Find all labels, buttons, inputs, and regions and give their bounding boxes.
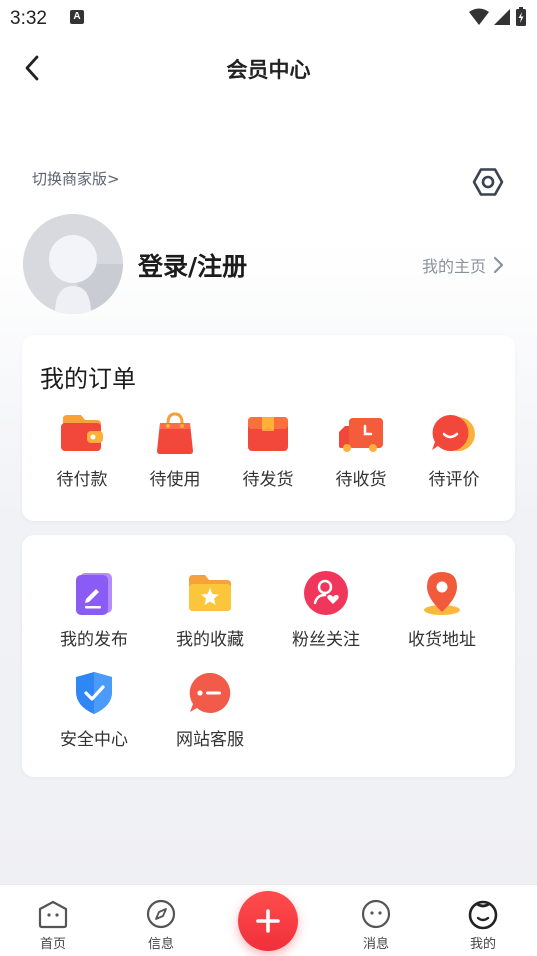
chat-service-icon [186,669,234,717]
plus-icon [256,909,280,933]
default-avatar-icon [23,214,123,314]
tab-label: 首页 [39,937,66,952]
tool-security-center[interactable]: 安全中心 [39,669,149,750]
status-time: 3:32 [10,8,47,29]
order-label: 待付款 [56,470,108,490]
tab-info[interactable]: 信息 [131,897,191,952]
order-to-use[interactable]: 待使用 [135,409,215,490]
wallet-icon [58,409,106,457]
tool-my-posts[interactable]: 我的发布 [39,569,149,650]
edit-note-icon [70,569,118,617]
fans-heart-icon [302,569,350,617]
settings-button[interactable] [470,164,506,200]
tab-label: 消息 [362,937,389,952]
tool-label: 安全中心 [60,730,128,750]
tab-home[interactable]: 首页 [23,897,83,952]
my-homepage-link[interactable]: 我的主页 [422,253,504,277]
tab-mine[interactable]: 我的 [453,897,513,952]
order-label: 待发货 [242,470,294,490]
tool-shipping-address[interactable]: 收货地址 [387,569,497,650]
order-to-receive[interactable]: 待收货 [321,409,401,490]
tool-label: 粉丝关注 [292,630,360,650]
orders-card: 我的订单 待付款 待使用 待发货 待收货 待评价 [22,335,515,521]
login-register-link[interactable]: 登录/注册 [138,247,247,283]
message-icon [359,897,393,931]
signal-icon [494,9,510,25]
status-indicators [469,7,527,27]
order-label: 待收货 [335,470,387,490]
shield-check-icon [70,669,118,717]
gift-box-icon [244,409,292,457]
tool-my-favorites[interactable]: 我的收藏 [155,569,265,650]
tab-messages[interactable]: 消息 [346,897,406,952]
services-card: 我的发布 我的收藏 粉丝关注 收货地址 安全中心 网站客服 [22,535,515,777]
tool-label: 我的发布 [60,630,128,650]
tool-label: 我的收藏 [176,630,244,650]
order-label: 待使用 [149,470,201,490]
nav-bar: 会员中心 [0,40,537,96]
location-pin-icon [418,569,466,617]
my-homepage-label: 我的主页 [422,257,487,276]
delivery-truck-icon [337,409,385,457]
tab-label: 我的 [469,937,496,952]
notification-badge: A [70,10,84,24]
tool-customer-service[interactable]: 网站客服 [155,669,265,750]
avatar[interactable] [23,214,123,314]
order-label: 待评价 [428,470,480,490]
star-folder-icon [186,569,234,617]
tool-label: 收货地址 [408,630,476,650]
home-icon [36,897,70,931]
order-to-ship[interactable]: 待发货 [228,409,308,490]
order-pending-payment[interactable]: 待付款 [42,409,122,490]
compass-icon [144,897,178,931]
battery-icon [516,7,526,26]
order-to-review[interactable]: 待评价 [414,409,494,490]
publish-button[interactable] [238,891,298,951]
comment-bubble-icon [430,409,478,457]
page-title: 会员中心 [226,58,311,82]
status-bar: 3:32 A [0,0,537,36]
tab-label: 信息 [147,937,174,952]
wifi-icon [469,8,489,25]
switch-merchant-link[interactable]: 切换商家版> [32,168,120,189]
settings-hex-icon [472,168,504,196]
chevron-right-icon [493,256,504,274]
orders-title: 我的订单 [40,365,136,393]
shopping-bag-icon [151,409,199,457]
profile-face-icon [466,897,500,931]
tool-label: 网站客服 [176,730,244,750]
tool-fans-follow[interactable]: 粉丝关注 [271,569,381,650]
